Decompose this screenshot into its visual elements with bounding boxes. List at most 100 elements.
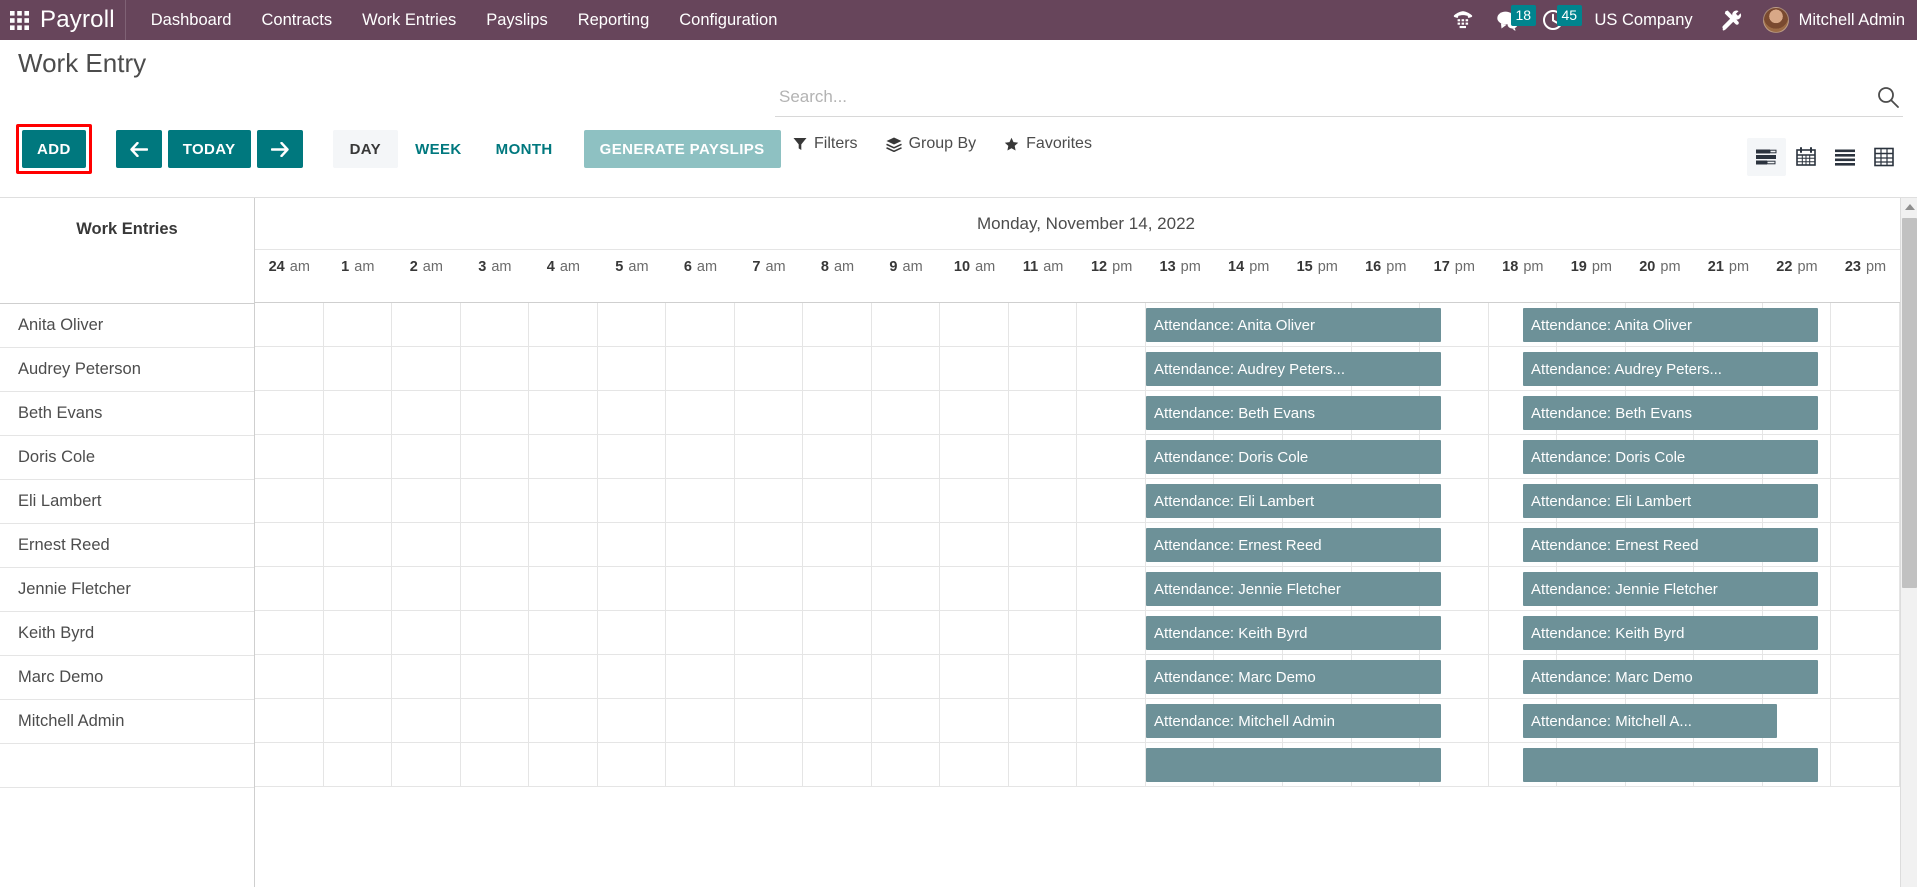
gantt-cell[interactable] bbox=[529, 303, 598, 346]
gantt-cell[interactable] bbox=[598, 347, 667, 390]
nav-item-contracts[interactable]: Contracts bbox=[247, 0, 348, 40]
gantt-cell[interactable] bbox=[598, 699, 667, 742]
gantt-cell[interactable] bbox=[529, 743, 598, 786]
gantt-pill[interactable] bbox=[1146, 748, 1441, 782]
gantt-pill[interactable]: Attendance: Eli Lambert bbox=[1146, 484, 1441, 518]
gantt-cell[interactable] bbox=[940, 523, 1009, 566]
gantt-cell[interactable] bbox=[255, 743, 324, 786]
gantt-pill[interactable]: Attendance: Audrey Peters... bbox=[1523, 352, 1818, 386]
gantt-pill[interactable]: Attendance: Ernest Reed bbox=[1146, 528, 1441, 562]
calendar-view-icon[interactable] bbox=[1786, 138, 1825, 176]
gantt-cell[interactable] bbox=[803, 347, 872, 390]
gantt-cell[interactable] bbox=[1831, 743, 1900, 786]
gantt-cell[interactable] bbox=[803, 435, 872, 478]
gantt-cell[interactable] bbox=[803, 655, 872, 698]
gantt-cell[interactable] bbox=[735, 567, 804, 610]
gantt-cell[interactable] bbox=[392, 479, 461, 522]
scrollbar-thumb[interactable] bbox=[1902, 218, 1917, 588]
gantt-cell[interactable] bbox=[872, 523, 941, 566]
gantt-pill[interactable]: Attendance: Eli Lambert bbox=[1523, 484, 1818, 518]
gantt-cell[interactable] bbox=[735, 611, 804, 654]
gantt-cell[interactable] bbox=[666, 567, 735, 610]
add-button[interactable]: ADD bbox=[22, 130, 86, 168]
gantt-row-label[interactable]: Mitchell Admin bbox=[0, 700, 254, 744]
gantt-cell[interactable] bbox=[1831, 435, 1900, 478]
gantt-pill[interactable]: Attendance: Jennie Fletcher bbox=[1146, 572, 1441, 606]
gantt-cell[interactable] bbox=[255, 611, 324, 654]
gantt-cell[interactable] bbox=[1831, 611, 1900, 654]
gantt-cell[interactable] bbox=[940, 699, 1009, 742]
gantt-cell[interactable] bbox=[1831, 479, 1900, 522]
gantt-cell[interactable] bbox=[255, 567, 324, 610]
gantt-row-label[interactable]: Ernest Reed bbox=[0, 524, 254, 568]
gantt-cell[interactable] bbox=[666, 479, 735, 522]
gantt-pill[interactable]: Attendance: Beth Evans bbox=[1146, 396, 1441, 430]
nav-item-configuration[interactable]: Configuration bbox=[664, 0, 792, 40]
gantt-cell[interactable] bbox=[872, 303, 941, 346]
gantt-cell[interactable] bbox=[940, 435, 1009, 478]
gantt-cell[interactable] bbox=[1831, 391, 1900, 434]
gantt-pill[interactable]: Attendance: Beth Evans bbox=[1523, 396, 1818, 430]
search-input[interactable] bbox=[775, 87, 1873, 107]
gantt-cell[interactable] bbox=[529, 347, 598, 390]
gantt-cell[interactable] bbox=[461, 435, 530, 478]
user-menu[interactable]: Mitchell Admin bbox=[1757, 7, 1905, 33]
gantt-cell[interactable] bbox=[598, 655, 667, 698]
phone-icon[interactable] bbox=[1441, 0, 1485, 40]
gantt-cell[interactable] bbox=[392, 391, 461, 434]
gantt-cell[interactable] bbox=[324, 611, 393, 654]
gantt-cell[interactable] bbox=[461, 611, 530, 654]
gantt-cell[interactable] bbox=[803, 743, 872, 786]
gantt-cell[interactable] bbox=[324, 743, 393, 786]
gantt-view-icon[interactable] bbox=[1747, 138, 1786, 176]
gantt-row-label[interactable]: Anita Oliver bbox=[0, 304, 254, 348]
messages-systray[interactable]: 18 bbox=[1485, 0, 1537, 40]
gantt-cell[interactable] bbox=[1077, 611, 1146, 654]
gantt-cell[interactable] bbox=[255, 479, 324, 522]
gantt-cell[interactable] bbox=[1077, 699, 1146, 742]
gantt-cell[interactable] bbox=[255, 303, 324, 346]
gantt-cell[interactable] bbox=[529, 391, 598, 434]
gantt-cell[interactable] bbox=[324, 435, 393, 478]
gantt-cell[interactable] bbox=[666, 655, 735, 698]
gantt-cell[interactable] bbox=[803, 391, 872, 434]
gantt-cell[interactable] bbox=[666, 391, 735, 434]
gantt-cell[interactable] bbox=[1009, 479, 1078, 522]
gantt-cell[interactable] bbox=[872, 391, 941, 434]
company-switcher[interactable]: US Company bbox=[1575, 11, 1707, 30]
gantt-cell[interactable] bbox=[940, 611, 1009, 654]
gantt-cell[interactable] bbox=[1077, 523, 1146, 566]
gantt-row-label[interactable]: Doris Cole bbox=[0, 436, 254, 480]
gantt-row-label[interactable]: Marc Demo bbox=[0, 656, 254, 700]
gantt-cell[interactable] bbox=[392, 699, 461, 742]
gantt-pill[interactable]: Attendance: Keith Byrd bbox=[1146, 616, 1441, 650]
nav-item-reporting[interactable]: Reporting bbox=[563, 0, 665, 40]
gantt-cell[interactable] bbox=[1009, 347, 1078, 390]
gantt-cell[interactable] bbox=[666, 699, 735, 742]
gantt-pill[interactable]: Attendance: Ernest Reed bbox=[1523, 528, 1818, 562]
gantt-cell[interactable] bbox=[598, 523, 667, 566]
activities-systray[interactable]: 45 bbox=[1531, 0, 1583, 40]
gantt-cell[interactable] bbox=[666, 743, 735, 786]
gantt-cell[interactable] bbox=[255, 435, 324, 478]
nav-item-payslips[interactable]: Payslips bbox=[471, 0, 562, 40]
favorites-dropdown[interactable]: Favorites bbox=[1004, 135, 1092, 153]
gantt-cell[interactable] bbox=[872, 611, 941, 654]
gantt-cell[interactable] bbox=[529, 655, 598, 698]
gantt-cell[interactable] bbox=[940, 347, 1009, 390]
gantt-row-label[interactable]: Keith Byrd bbox=[0, 612, 254, 656]
gantt-pill[interactable]: Attendance: Keith Byrd bbox=[1523, 616, 1818, 650]
gantt-cell[interactable] bbox=[940, 567, 1009, 610]
gantt-cell[interactable] bbox=[324, 391, 393, 434]
gantt-cell[interactable] bbox=[666, 435, 735, 478]
gantt-cell[interactable] bbox=[255, 347, 324, 390]
gantt-cell[interactable] bbox=[392, 523, 461, 566]
gantt-pill[interactable]: Attendance: Audrey Peters... bbox=[1146, 352, 1441, 386]
gantt-cell[interactable] bbox=[872, 347, 941, 390]
filters-dropdown[interactable]: Filters bbox=[793, 135, 858, 153]
gantt-cell[interactable] bbox=[1831, 523, 1900, 566]
gantt-cell[interactable] bbox=[735, 435, 804, 478]
gantt-cell[interactable] bbox=[803, 303, 872, 346]
gantt-cell[interactable] bbox=[735, 391, 804, 434]
gantt-cell[interactable] bbox=[872, 655, 941, 698]
